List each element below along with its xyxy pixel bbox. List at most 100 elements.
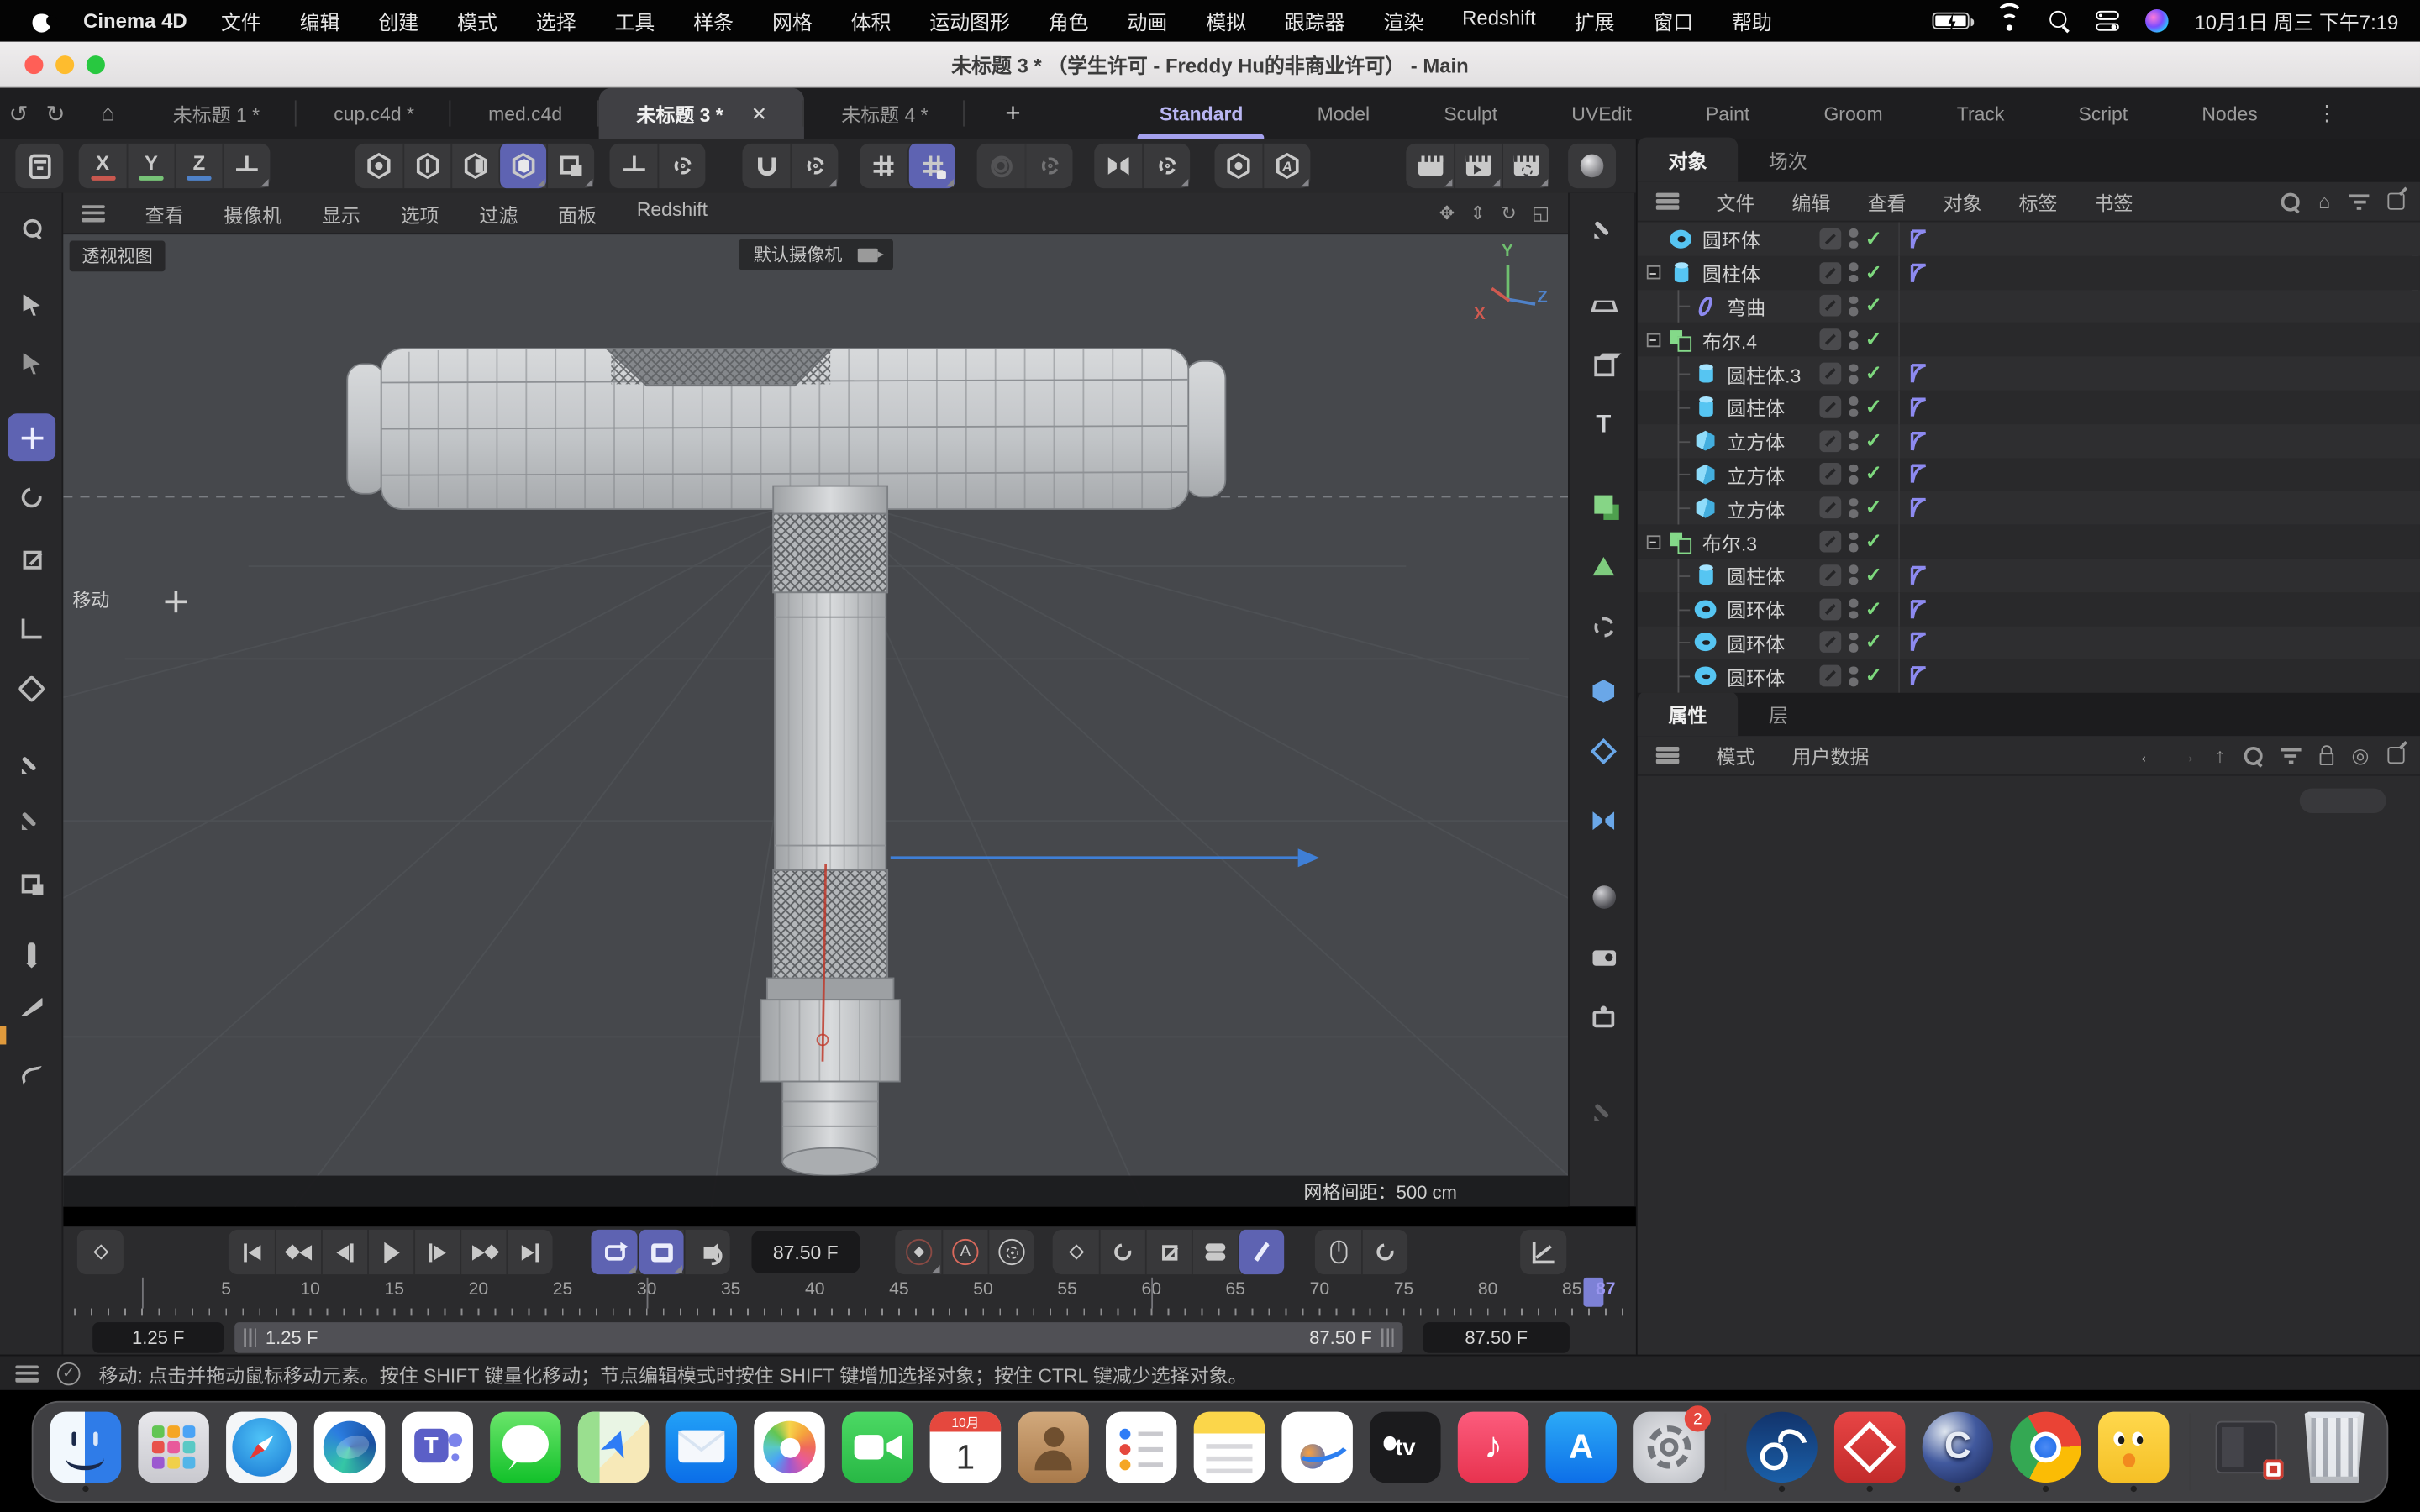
render-picture-viewer-button[interactable] — [1454, 144, 1502, 188]
spline-smooth-tool-button[interactable] — [8, 1051, 55, 1099]
object-row[interactable]: 圆柱体 ✓ — [1638, 256, 2420, 290]
orbit-view-icon[interactable]: ↻ — [1501, 202, 1516, 224]
dock-item[interactable] — [2294, 1404, 2375, 1499]
enabled-check-icon[interactable]: ✓ — [1865, 462, 1882, 486]
enabled-check-icon[interactable]: ✓ — [1865, 496, 1882, 520]
visibility-dots-icon[interactable] — [1849, 498, 1857, 518]
attr-filter-icon[interactable] — [2281, 748, 2301, 763]
expander-icon[interactable] — [1646, 333, 1660, 347]
dolly-view-icon[interactable]: ⇕ — [1470, 202, 1486, 224]
dock-item[interactable] — [1102, 1404, 1182, 1499]
layout-overflow-menu-icon[interactable]: ⋮ — [2317, 100, 2338, 126]
om-menu-item[interactable]: 书签 — [2095, 186, 2133, 216]
om-menu-item[interactable]: 对象 — [1944, 186, 1982, 216]
dock-item[interactable]: 2 — [1629, 1404, 1710, 1499]
object-name[interactable]: 圆环体 — [1727, 627, 1785, 657]
spline-pen-icon[interactable] — [1579, 203, 1628, 253]
edit-toggle-icon[interactable] — [1820, 262, 1842, 284]
move-tool-button[interactable] — [8, 413, 55, 461]
layout-tab[interactable]: Track — [1920, 88, 2042, 139]
object-name[interactable]: 圆环体 — [1727, 661, 1785, 690]
enabled-check-icon[interactable]: ✓ — [1865, 529, 1882, 554]
visibility-dots-icon[interactable] — [1849, 297, 1857, 317]
object-row[interactable]: 弯曲 ✓ — [1638, 290, 2420, 323]
phong-tag-icon[interactable] — [1907, 430, 1929, 452]
layout-tab[interactable]: Script — [2041, 88, 2165, 139]
edit-toggle-icon[interactable] — [1820, 363, 1842, 385]
object-name[interactable]: 圆柱体 — [1702, 258, 1760, 287]
plane-primitive-icon[interactable] — [1579, 281, 1628, 330]
attribute-tab[interactable]: 属性 — [1638, 691, 1738, 736]
range-end-field[interactable]: 87.50 F — [1423, 1322, 1569, 1353]
timeline-editor-button[interactable] — [1520, 1230, 1566, 1274]
layout-tab[interactable]: UVEdit — [1534, 88, 1669, 139]
dock-item[interactable] — [486, 1404, 566, 1499]
menu-bar-clock[interactable]: 10月1日 周三 下午7:19 — [2194, 6, 2398, 35]
enabled-check-icon[interactable]: ✓ — [1865, 328, 1882, 352]
dock-item[interactable] — [45, 1404, 126, 1499]
workplane-mode-button[interactable] — [1215, 144, 1263, 188]
object-row[interactable]: 立方体 ✓ — [1638, 424, 2420, 458]
mouse-rotation-button[interactable] — [1361, 1230, 1407, 1274]
visibility-dots-icon[interactable] — [1849, 532, 1857, 552]
snap-magnet-button[interactable] — [742, 144, 790, 188]
dock-item[interactable] — [2207, 1404, 2287, 1499]
edit-toggle-icon[interactable] — [1820, 464, 1842, 486]
edit-toggle-icon[interactable] — [1820, 396, 1842, 418]
menu-item[interactable]: 模式 — [457, 6, 497, 35]
scale-tool-button[interactable] — [8, 535, 55, 583]
enabled-check-icon[interactable]: ✓ — [1865, 596, 1882, 621]
knife-tool-button[interactable] — [8, 983, 55, 1031]
document-tab[interactable]: cup.c4d * — [297, 88, 451, 139]
viewport-menu-item[interactable]: 选项 — [401, 198, 439, 228]
phong-tag-icon[interactable] — [1907, 632, 1929, 654]
viewport-hamburger-icon[interactable] — [82, 204, 105, 221]
enabled-check-icon[interactable]: ✓ — [1865, 664, 1882, 688]
menu-item[interactable]: 运动图形 — [929, 6, 1010, 35]
range-left-grip[interactable] — [244, 1328, 256, 1347]
om-home-icon[interactable]: ⌂ — [2318, 190, 2330, 213]
text-object-icon[interactable]: T — [1579, 402, 1628, 451]
mouse-record-button[interactable] — [1315, 1230, 1361, 1274]
dock-item[interactable] — [2006, 1404, 2086, 1499]
object-name[interactable]: 立方体 — [1727, 493, 1785, 522]
edit-toggle-icon[interactable] — [1820, 497, 1842, 519]
key-rotation-button[interactable] — [1099, 1230, 1145, 1274]
menu-item[interactable]: 渲染 — [1383, 6, 1423, 35]
om-search-icon[interactable] — [2281, 192, 2300, 211]
object-row[interactable]: 圆环体 ✓ — [1638, 659, 2420, 693]
zoom-tool-button[interactable] — [8, 203, 55, 251]
edit-toggle-icon[interactable] — [1820, 228, 1842, 250]
visibility-dots-icon[interactable] — [1849, 397, 1857, 417]
object-row[interactable]: 圆环体 ✓ — [1638, 592, 2420, 626]
dock-item[interactable] — [1742, 1404, 1823, 1499]
dock-item[interactable] — [1829, 1404, 1910, 1499]
visibility-dots-icon[interactable] — [1849, 599, 1857, 619]
apple-menu-icon[interactable] — [33, 9, 53, 33]
viewport-canvas[interactable]: 透视视图 默认摄像机 Y Z X 移动 网格间距：500 cm — [63, 234, 1568, 1206]
dock-item[interactable] — [1013, 1404, 1094, 1499]
layout-tab[interactable]: Model — [1281, 88, 1407, 139]
object-name[interactable]: 圆柱体 — [1727, 392, 1785, 422]
axis-gizmo-button[interactable] — [222, 144, 270, 188]
object-name[interactable]: 立方体 — [1727, 426, 1785, 455]
brush-tool-button[interactable] — [8, 929, 55, 977]
edit-toggle-icon[interactable] — [1820, 632, 1842, 654]
goto-start-button[interactable] — [229, 1230, 275, 1274]
manager-tab[interactable]: 场次 — [1738, 137, 1838, 181]
previous-key-button[interactable] — [275, 1230, 321, 1274]
visibility-dots-icon[interactable] — [1849, 263, 1857, 283]
pan-view-icon[interactable]: ✥ — [1439, 202, 1455, 224]
object-name[interactable]: 圆环体 — [1727, 594, 1785, 623]
layout-tab[interactable]: Nodes — [2165, 88, 2295, 139]
menu-item[interactable]: 窗口 — [1653, 6, 1693, 35]
om-menu-item[interactable]: 文件 — [1716, 186, 1754, 216]
object-mode-button[interactable] — [546, 144, 594, 188]
play-range-button[interactable] — [638, 1230, 684, 1274]
visibility-dots-icon[interactable] — [1849, 229, 1857, 249]
enabled-check-icon[interactable]: ✓ — [1865, 294, 1882, 318]
dock-item[interactable] — [2094, 1404, 2175, 1499]
document-tab[interactable]: med.c4d — [451, 88, 599, 139]
attr-lock-icon[interactable] — [2319, 752, 2333, 764]
cube-primitive-icon[interactable] — [1579, 341, 1628, 391]
